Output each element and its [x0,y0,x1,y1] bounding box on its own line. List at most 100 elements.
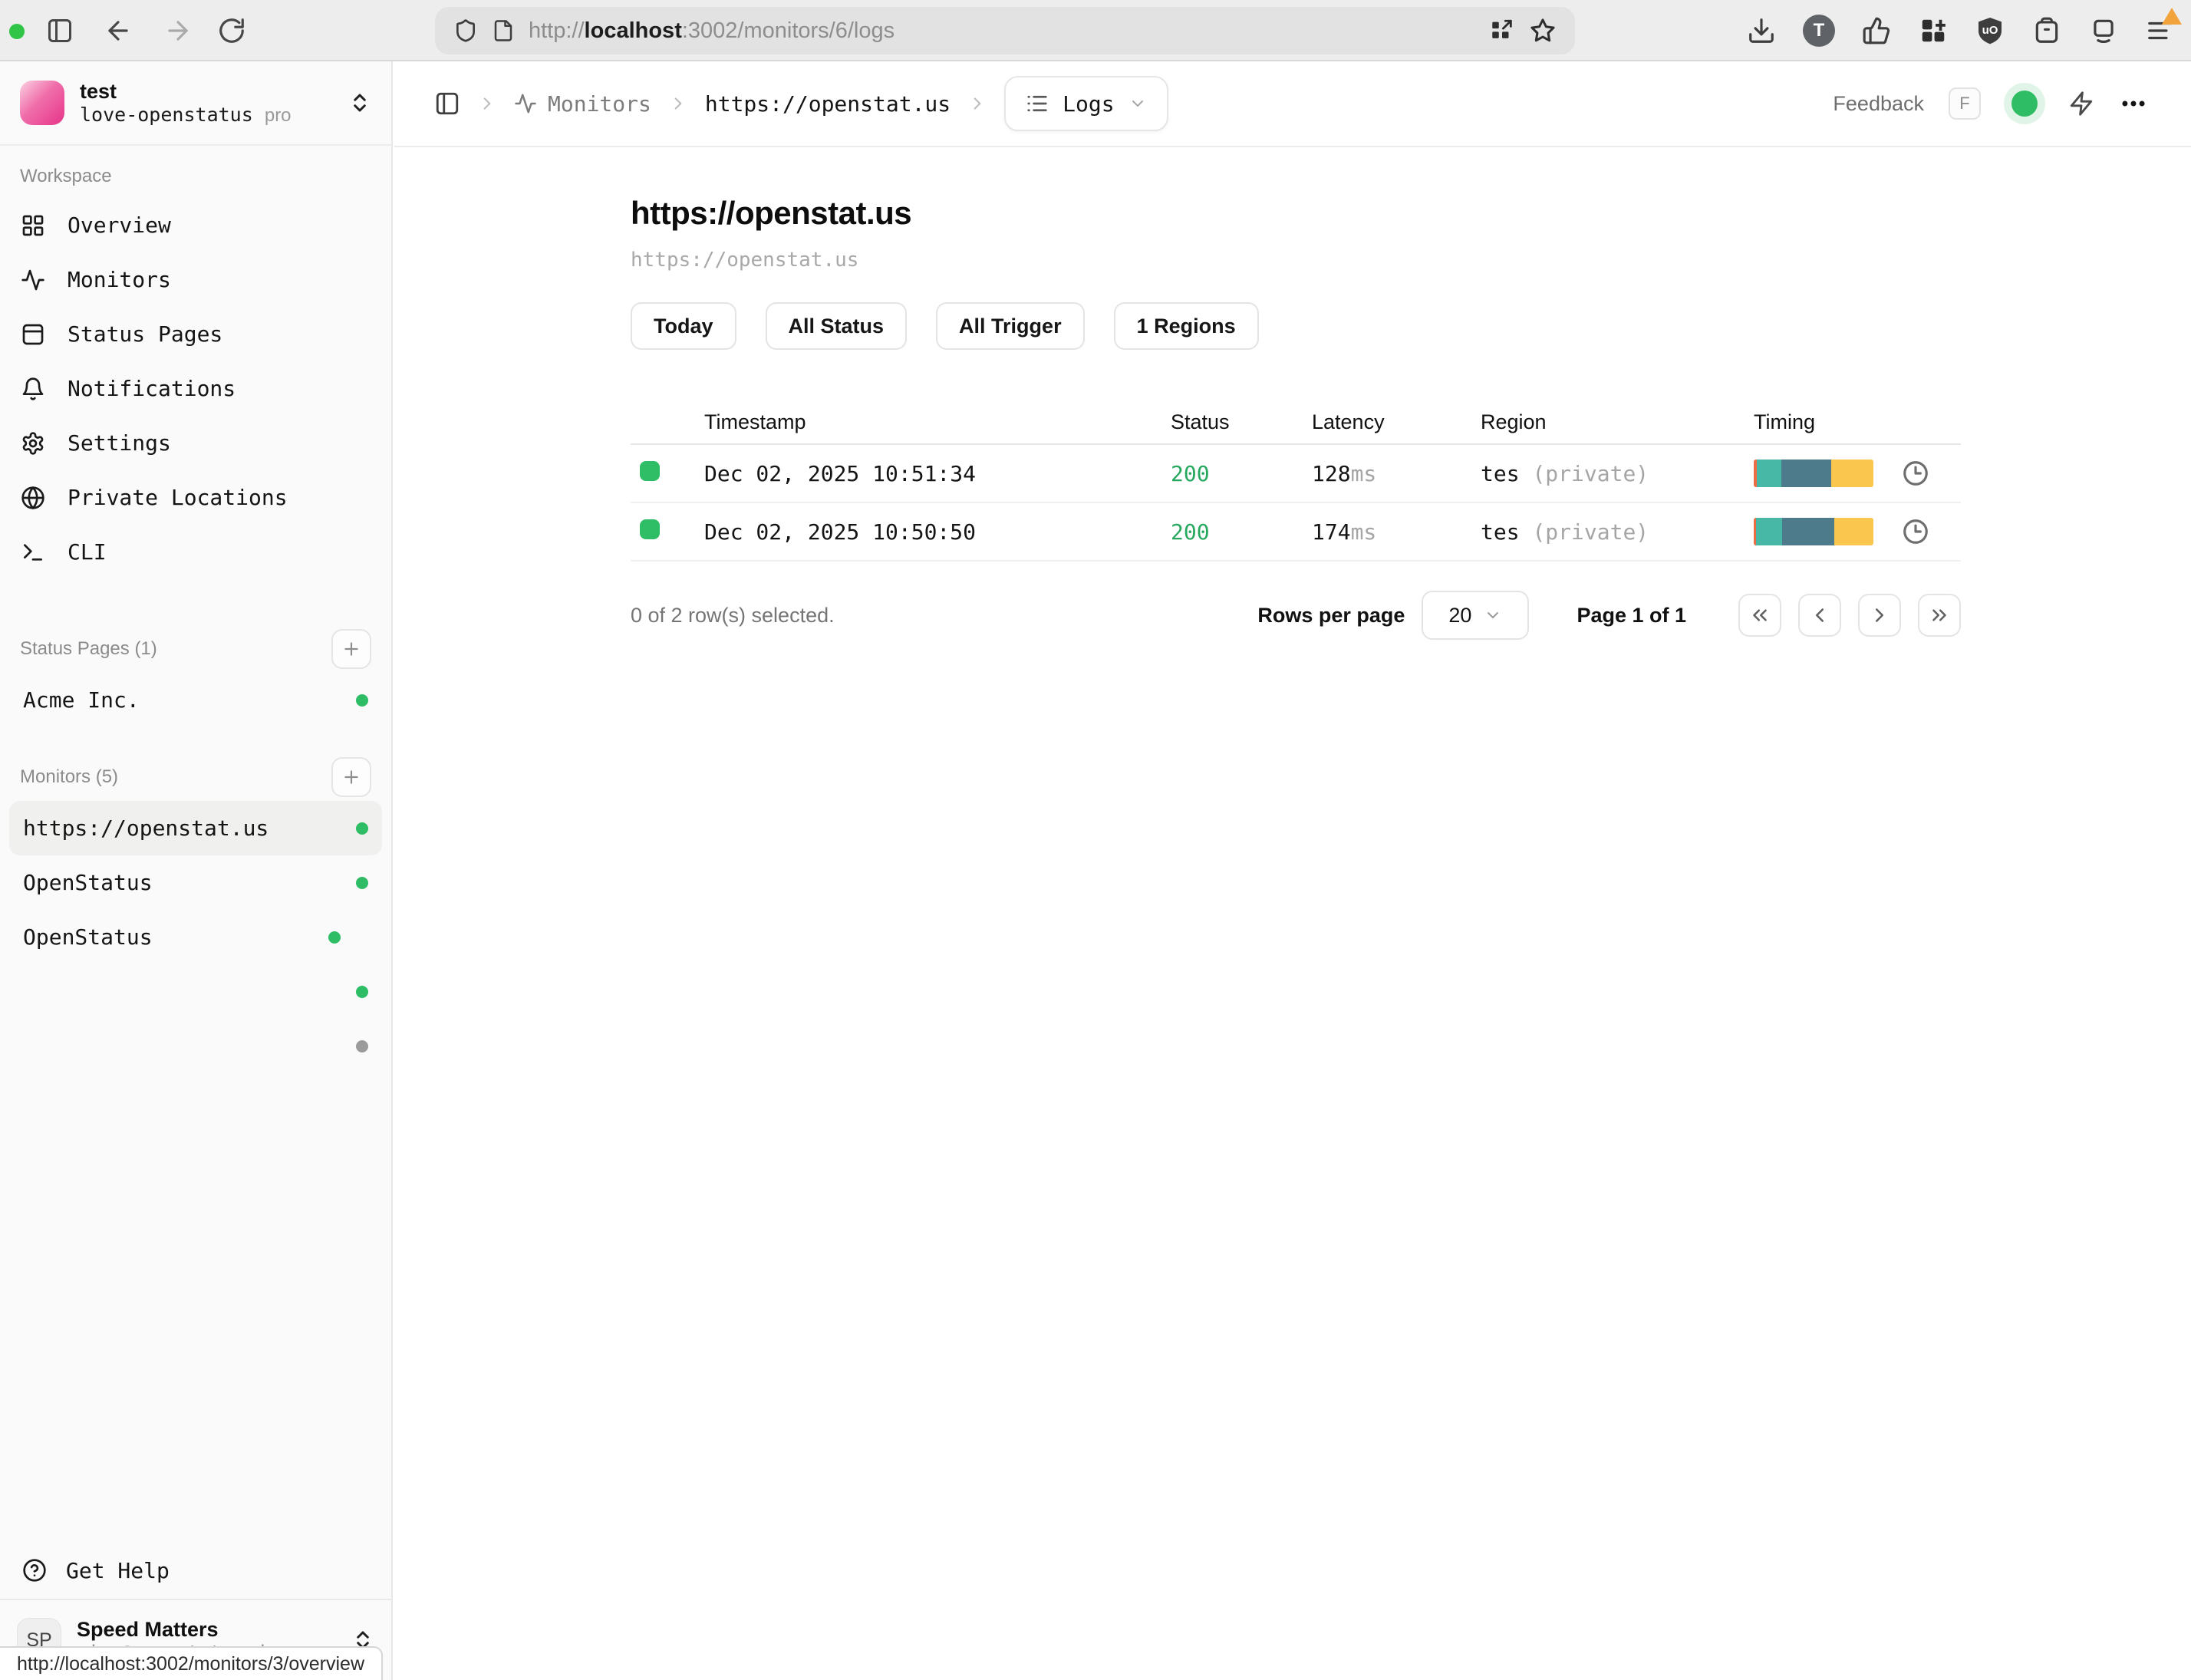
filter-regions-button[interactable]: 1 Regions [1114,302,1259,350]
status-dot [356,822,368,835]
timing-segment-tls [1782,518,1834,545]
sidebar-item-private-locations[interactable]: Private Locations [20,470,371,525]
bell-icon [20,376,46,402]
sidebar-item-label: Overview [68,212,171,238]
browser-sidebar-toggle-icon[interactable] [44,15,75,46]
workspace-name: test [80,79,333,104]
monitor-item[interactable]: OpenStatus [9,910,382,964]
sidebar-item-notifications[interactable]: Notifications [20,361,371,416]
sidebar-item-monitors[interactable]: Monitors [20,252,371,307]
rows-per-page-select[interactable]: 20 [1422,591,1529,640]
previous-page-button[interactable] [1798,594,1841,637]
chevron-down-icon [1128,94,1147,113]
back-icon[interactable] [103,15,133,46]
add-status-page-button[interactable] [331,629,371,669]
monitors-section: Monitors (5) https://openstat.us OpenSta… [0,753,391,1073]
url-host: localhost [585,18,682,43]
monitor-item[interactable] [9,964,382,1019]
gear-icon [20,430,46,456]
status-dot [356,986,368,998]
bookmark-star-icon[interactable] [1529,17,1557,44]
ublock-label: uO [1975,24,2005,37]
column-timestamp[interactable]: Timestamp [704,410,1171,434]
browser-toolbar: http://localhost:3002/monitors/6/logs T … [0,0,2191,61]
sidebar-item-cli[interactable]: CLI [20,525,371,579]
cell-timestamp: Dec 02, 2025 10:50:50 [704,519,1171,545]
next-page-button[interactable] [1858,594,1901,637]
workspace-switcher[interactable]: test love-openstatus pro [0,61,391,146]
reload-icon[interactable] [216,15,247,46]
column-region[interactable]: Region [1481,410,1754,434]
workspace-section-label: Workspace [20,166,371,187]
activity-icon [514,92,537,115]
column-status[interactable]: Status [1171,410,1312,434]
breadcrumb-monitors[interactable]: Monitors [514,91,651,117]
status-page-item-acme[interactable]: Acme Inc. [9,673,382,727]
breadcrumb-monitor-name[interactable]: https://openstat.us [705,91,951,117]
add-monitor-button[interactable] [331,757,371,797]
window-traffic-light[interactable] [9,24,25,39]
status-dot [356,1040,368,1052]
page-icon[interactable] [492,19,515,42]
table-header-row: Timestamp Status Latency Region Timing [631,400,1961,445]
cell-timing [1754,517,1961,546]
selected-rows-text: 0 of 2 row(s) selected. [631,604,835,628]
split-view-icon[interactable] [1489,18,1515,44]
monitor-item[interactable]: https://openstat.us [9,801,382,855]
monitor-item[interactable]: OpenStatus [9,855,382,910]
table-footer: 0 of 2 row(s) selected. Rows per page 20… [631,591,1961,640]
first-page-button[interactable] [1738,594,1781,637]
address-bar[interactable]: http://localhost:3002/monitors/6/logs [435,7,1575,54]
get-help-link[interactable]: Get Help [0,1542,391,1599]
rows-per-page-value: 20 [1448,604,1471,628]
bolt-icon[interactable] [2068,91,2094,117]
more-options-icon[interactable] [2119,89,2148,118]
column-latency[interactable]: Latency [1312,410,1481,434]
profile-extension-icon[interactable]: T [1803,15,1835,47]
clock-icon[interactable] [1901,517,1930,546]
cell-region: tes (private) [1481,461,1754,486]
thumbs-up-extension-icon[interactable] [1861,15,1892,46]
page-title: https://openstat.us [631,195,1961,232]
filter-status-button[interactable]: All Status [766,302,908,350]
menu-icon[interactable] [2145,15,2176,46]
monitors-section-label: Monitors (5) [20,766,118,788]
get-help-label: Get Help [66,1558,170,1583]
filter-date-button[interactable]: Today [631,302,736,350]
last-page-button[interactable] [1918,594,1961,637]
status-dot [328,931,341,944]
column-timing[interactable]: Timing [1754,410,1961,434]
shield-icon[interactable] [453,18,478,43]
sidebar-item-overview[interactable]: Overview [20,198,371,252]
device-window-icon[interactable] [2088,15,2119,46]
system-health-dot[interactable] [2011,91,2038,117]
forward-icon[interactable] [163,15,193,46]
row-status-indicator [640,461,660,481]
extensions-grid-icon[interactable] [1918,15,1949,46]
url-text[interactable]: http://localhost:3002/monitors/6/logs [529,18,895,44]
monitor-name: https://openstat.us [23,815,269,841]
timing-segment-ttfb [1834,518,1873,545]
table-row[interactable]: Dec 02, 2025 10:51:34 200 128ms tes (pri… [631,445,1961,503]
feedback-button[interactable]: Feedback [1833,92,1924,116]
archive-box-icon[interactable] [2031,15,2062,46]
list-icon [1026,92,1049,115]
table-row[interactable]: Dec 02, 2025 10:50:50 200 174ms tes (pri… [631,503,1961,562]
sidebar-item-settings[interactable]: Settings [20,416,371,470]
cell-status: 200 [1171,461,1312,486]
cell-timestamp: Dec 02, 2025 10:51:34 [704,461,1171,486]
monitor-item[interactable] [9,1019,382,1073]
chevron-down-icon [1484,606,1502,624]
sidebar-collapse-icon[interactable] [434,91,460,117]
workspace-plan-badge: pro [265,105,292,126]
globe-icon [20,485,46,511]
clock-icon[interactable] [1901,459,1930,488]
view-selector-button[interactable]: Logs [1004,76,1168,131]
feedback-shortcut-badge: F [1949,87,1981,120]
filter-trigger-button[interactable]: All Trigger [936,302,1085,350]
link-preview-statusbar: http://localhost:3002/monitors/3/overvie… [0,1646,383,1680]
download-icon[interactable] [1746,15,1777,46]
ublock-shield-icon[interactable]: uO [1975,15,2005,46]
url-path: :3002/monitors/6/logs [682,18,895,43]
sidebar-item-status-pages[interactable]: Status Pages [20,307,371,361]
